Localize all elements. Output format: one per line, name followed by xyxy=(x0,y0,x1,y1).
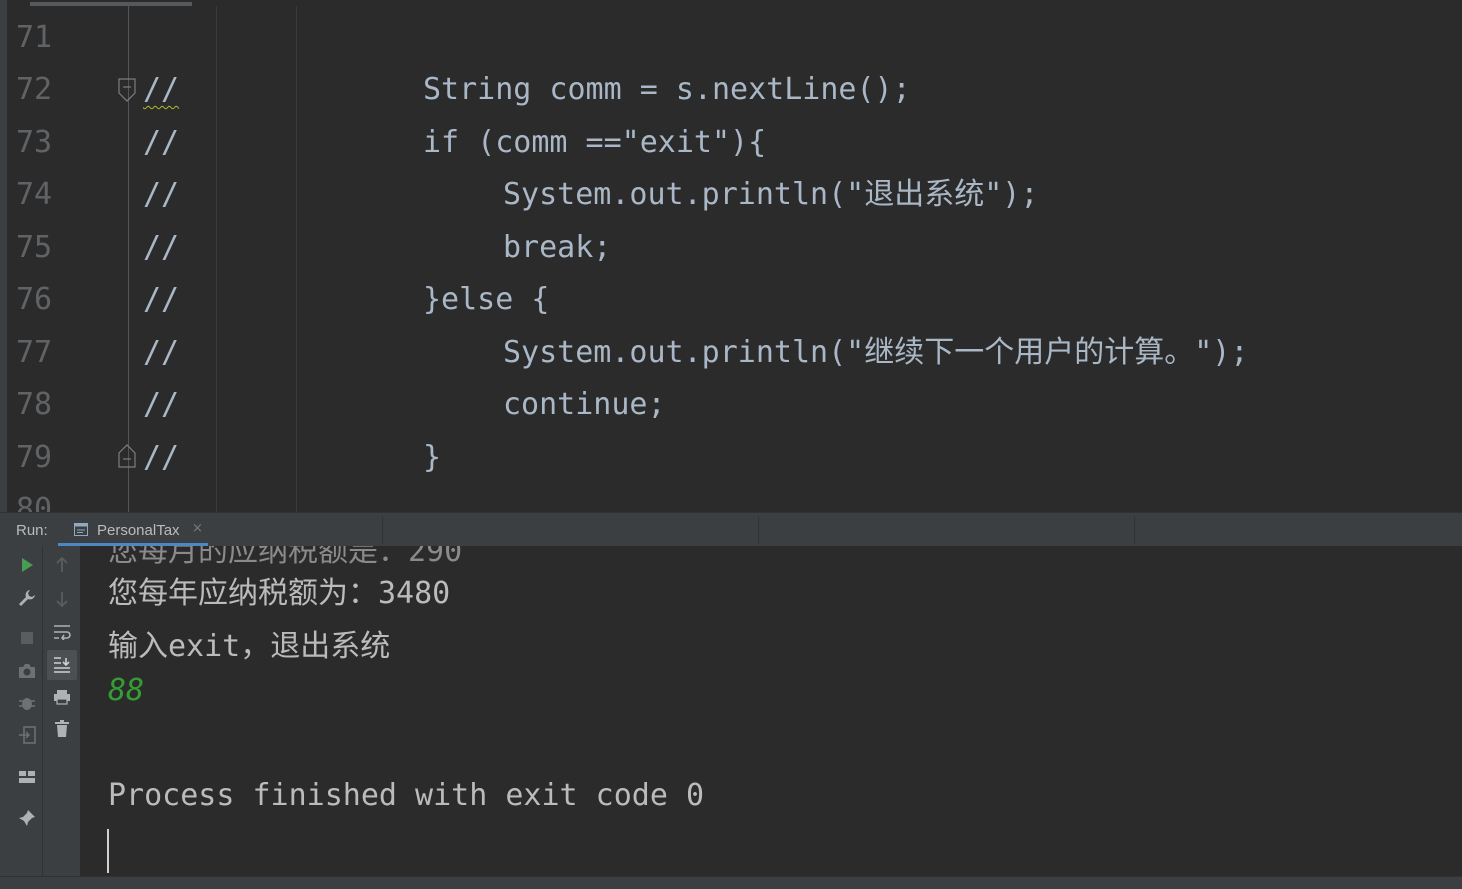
line-number: 75 xyxy=(16,230,53,265)
run-label: Run: xyxy=(16,522,48,539)
code-line: 72 // String comm = s.nextLine(); xyxy=(0,64,1462,116)
line-number: 79 xyxy=(16,440,53,475)
code-text: } xyxy=(423,440,442,475)
code-text: continue; xyxy=(503,387,666,422)
line-number: 80 xyxy=(16,492,53,512)
comment-marker: // xyxy=(143,335,180,370)
status-bar xyxy=(0,876,1462,889)
code-line: 73 // if (comm =="exit"){ xyxy=(0,117,1462,169)
comment-marker: // xyxy=(143,72,180,107)
code-editor[interactable]: 71 72 // String comm = s.nextLine(); 73 … xyxy=(0,0,1462,512)
console-line: 您每年应纳税额为：3480 xyxy=(108,576,451,611)
code-text: String comm = s.nextLine(); xyxy=(423,72,911,107)
console-line-clipped: 您每月的应纳税额是：290 xyxy=(108,546,463,569)
console-icon xyxy=(74,523,88,536)
tab-personaltax[interactable]: PersonalTax × xyxy=(58,513,210,547)
comment-marker: // xyxy=(143,125,180,160)
code-text: break; xyxy=(503,230,612,265)
code-line: 78 // continue; xyxy=(0,379,1462,431)
camera-icon[interactable] xyxy=(14,658,40,684)
soft-wrap-icon[interactable] xyxy=(49,619,75,645)
close-icon[interactable]: × xyxy=(192,521,203,536)
header-separator xyxy=(758,516,759,544)
stop-icon[interactable] xyxy=(14,625,40,651)
code-text: System.out.println("继续下一个用户的计算。"); xyxy=(503,335,1249,370)
line-number: 78 xyxy=(16,387,53,422)
line-number: 72 xyxy=(16,72,53,107)
comment-marker: // xyxy=(143,387,180,422)
console-output[interactable]: 您每月的应纳税额是：290 您每年应纳税额为：3480 输入exit，退出系统 … xyxy=(80,546,1462,876)
scroll-to-end-icon[interactable] xyxy=(47,650,77,680)
comment-marker: // xyxy=(143,440,180,475)
rerun-icon[interactable] xyxy=(14,552,40,578)
console-line: Process finished with exit code 0 xyxy=(108,778,705,813)
code-line: 80 xyxy=(0,484,1462,512)
code-line: 76 // }else { xyxy=(0,274,1462,326)
comment-marker: // xyxy=(143,282,180,317)
run-toolbar xyxy=(0,546,42,876)
code-text: if (comm =="exit"){ xyxy=(423,125,767,160)
down-arrow-icon[interactable] xyxy=(49,586,75,612)
line-number: 77 xyxy=(16,335,53,370)
code-line: 79 // } xyxy=(0,432,1462,484)
code-line: 71 xyxy=(0,12,1462,64)
comment-marker: // xyxy=(143,177,180,212)
console-user-input: 88 xyxy=(108,673,145,708)
layout-icon[interactable] xyxy=(14,764,40,790)
line-number: 76 xyxy=(16,282,53,317)
exit-icon[interactable] xyxy=(14,722,40,748)
tab-title: PersonalTax xyxy=(97,522,180,539)
pin-icon[interactable] xyxy=(14,805,40,831)
code-line: 75 // break; xyxy=(0,222,1462,274)
line-number: 73 xyxy=(16,125,53,160)
console-line: 输入exit，退出系统 xyxy=(108,629,391,664)
code-line: 77 // System.out.println("继续下一个用户的计算。"); xyxy=(0,327,1462,379)
line-number: 74 xyxy=(16,177,53,212)
code-text: System.out.println("退出系统"); xyxy=(503,177,1039,212)
text-caret xyxy=(107,829,109,873)
line-number: 71 xyxy=(16,20,53,55)
print-icon[interactable] xyxy=(49,684,75,710)
fold-expand-icon[interactable] xyxy=(118,444,136,468)
header-separator xyxy=(1134,516,1135,544)
header-separator xyxy=(382,516,383,544)
comment-marker: // xyxy=(143,230,180,265)
debug-icon[interactable] xyxy=(14,690,40,716)
fold-collapse-icon[interactable] xyxy=(118,78,136,102)
console-toolbar xyxy=(42,546,81,876)
code-text: }else { xyxy=(423,282,550,317)
wrench-icon[interactable] xyxy=(14,585,40,611)
run-toolwindow-header: Run: PersonalTax × xyxy=(0,512,1462,547)
code-line: 74 // System.out.println("退出系统"); xyxy=(0,169,1462,221)
editor-scrollbar-thumb[interactable] xyxy=(30,2,192,6)
trash-icon[interactable] xyxy=(49,716,75,742)
up-arrow-icon[interactable] xyxy=(49,552,75,578)
